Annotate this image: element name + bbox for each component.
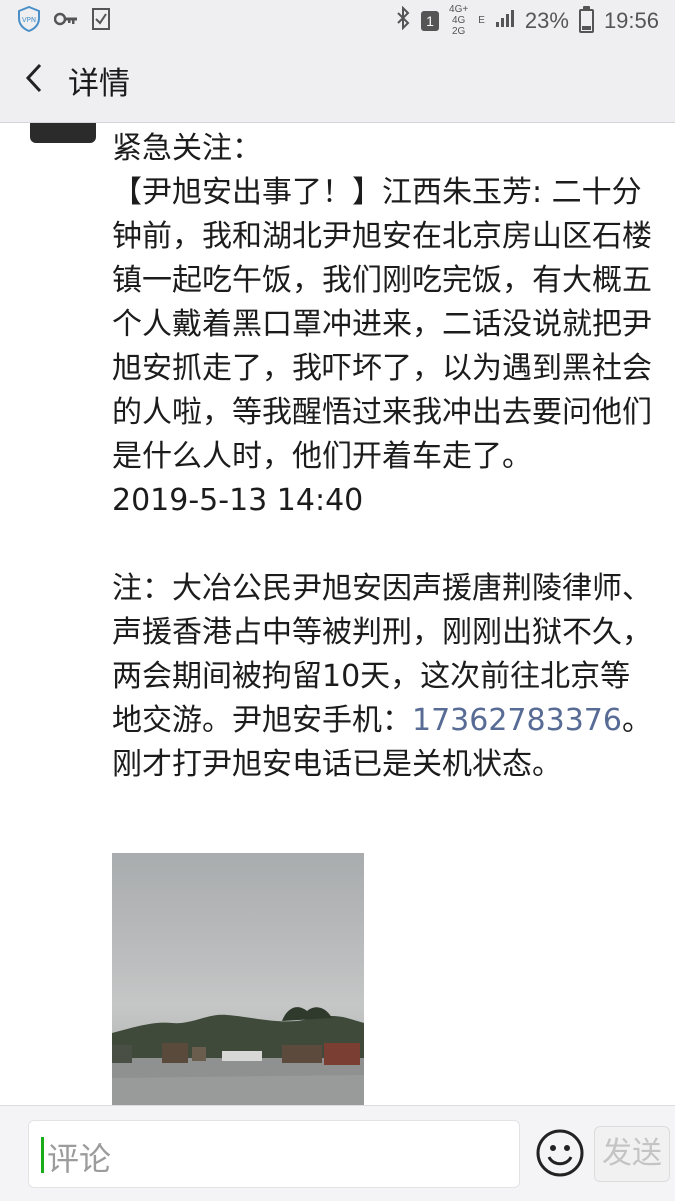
post-photo[interactable] <box>112 853 364 1105</box>
post-text: 紧急关注： 【尹旭安出事了！】江西朱玉芳: 二十分钟前，我和湖北尹旭安在北京房山… <box>112 127 657 787</box>
phone-link[interactable]: 17362783376 <box>412 703 622 738</box>
comment-placeholder: 评论 <box>47 1140 112 1178</box>
network-type: 4G+ 4G 2G <box>449 4 469 37</box>
status-right-icons: 1 4G+ 4G 2G E 23% 19:56 <box>395 4 659 37</box>
status-left-icons: VPN <box>18 5 110 36</box>
svg-text:VPN: VPN <box>22 16 36 24</box>
header: 详情 <box>0 40 675 123</box>
page-title: 详情 <box>68 66 130 102</box>
text-cursor <box>41 1137 44 1173</box>
chevron-left-icon <box>23 62 45 98</box>
photo-scene <box>112 1007 364 1105</box>
shield-icon: VPN <box>18 5 40 36</box>
status-bar: VPN 1 4G+ 4G 2G E 23% 19:56 <box>0 0 675 40</box>
post-detail: 紧急关注： 【尹旭安出事了！】江西朱玉芳: 二十分钟前，我和湖北尹旭安在北京房山… <box>0 123 675 1105</box>
send-button[interactable]: 发送 <box>594 1126 670 1182</box>
comment-input[interactable]: 评论 <box>28 1120 520 1188</box>
avatar[interactable] <box>30 123 96 143</box>
notification-badge: 1 <box>421 10 440 31</box>
smiley-icon <box>535 1129 585 1182</box>
post-line-report: 【尹旭安出事了！】江西朱玉芳: 二十分钟前，我和湖北尹旭安在北京房山区石楼镇一起… <box>112 175 652 474</box>
comment-bar: 评论 发送 <box>0 1105 675 1201</box>
battery-icon <box>578 5 594 33</box>
status-time: 19:56 <box>603 7 659 33</box>
key-icon <box>53 11 78 31</box>
signal-icon <box>495 8 515 34</box>
emoji-button[interactable] <box>535 1128 585 1178</box>
checkbox-icon <box>92 8 110 34</box>
battery-percent: 23% <box>524 7 569 33</box>
network-e: E <box>478 15 485 26</box>
bluetooth-icon <box>395 5 411 36</box>
post-line-timestamp: 2019-5-13 14:40 <box>112 483 364 518</box>
back-button[interactable] <box>14 60 54 100</box>
post-line-heading: 紧急关注： <box>112 131 262 166</box>
